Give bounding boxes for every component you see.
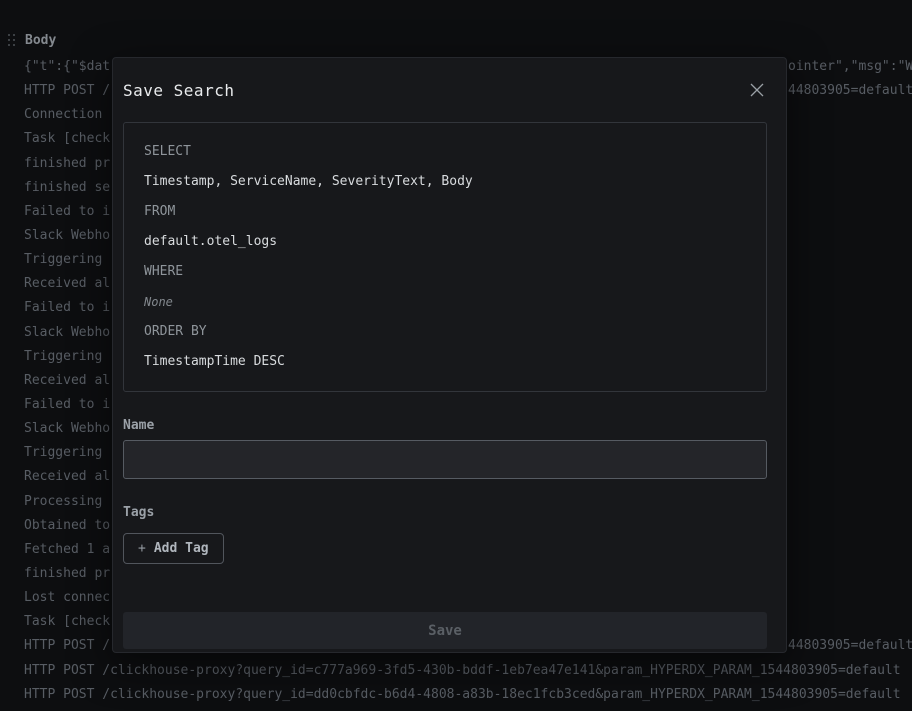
log-row-text: Triggering (24, 252, 110, 267)
modal-header: Save Search (123, 80, 767, 100)
query-section: ORDER BY TimestampTime DESC (144, 317, 746, 377)
log-column-header: Body (8, 33, 56, 48)
log-row-text: Slack Webho (24, 421, 110, 436)
log-row-text: HTTP POST / (24, 83, 110, 98)
query-clause-label: FROM (144, 197, 746, 227)
query-clause-label: WHERE (144, 257, 746, 287)
log-row-text-right: 44803905=default (788, 638, 912, 653)
log-row-text-right: ointer","msg":"W (788, 59, 912, 74)
save-button[interactable]: Save (123, 612, 767, 649)
app-window: Body {"t":{"$dat ointer","msg":"W HTTP P… (0, 0, 912, 711)
query-clause-value: TimestampTime DESC (144, 347, 746, 377)
query-section: SELECT Timestamp, ServiceName, SeverityT… (144, 137, 746, 197)
log-row[interactable]: HTTP POST /clickhouse-proxy?query_id=c77… (0, 659, 912, 683)
log-row-text: Obtained to (24, 518, 110, 533)
query-clause-label: ORDER BY (144, 317, 746, 347)
add-tag-button[interactable]: + Add Tag (123, 533, 224, 564)
modal-title: Save Search (123, 81, 234, 100)
log-row-text: Slack Webho (24, 228, 110, 243)
name-field-label: Name (123, 418, 767, 434)
log-row-text: Slack Webho (24, 325, 110, 340)
log-row-text: HTTP POST /clickhouse-proxy?query_id=dd0… (24, 687, 901, 702)
query-clause-value: default.otel_logs (144, 227, 746, 257)
log-row-text: Received al (24, 373, 110, 388)
column-header-label: Body (25, 33, 56, 48)
close-button[interactable] (747, 80, 767, 100)
log-row-text: HTTP POST /clickhouse-proxy?query_id=c77… (24, 663, 901, 678)
tags-field-label: Tags (123, 505, 767, 521)
log-row-text: Triggering (24, 349, 110, 364)
log-row-text: Failed to i (24, 397, 110, 412)
query-clause-label: SELECT (144, 137, 746, 167)
name-input[interactable] (123, 440, 767, 479)
drag-handle-icon[interactable] (8, 34, 16, 47)
log-row-text: Received al (24, 276, 110, 291)
log-row-text: Failed to i (24, 300, 110, 315)
add-tag-label: Add Tag (154, 541, 209, 556)
log-row-text: Processing (24, 494, 110, 509)
log-row-text: Failed to i (24, 204, 110, 219)
query-section: WHERE None (144, 257, 746, 317)
log-row-text: Received al (24, 469, 110, 484)
log-row-text: HTTP POST / (24, 638, 110, 653)
plus-icon: + (138, 541, 146, 556)
log-row-text: finished pr (24, 156, 110, 171)
log-row-text: Fetched 1 a (24, 542, 110, 557)
log-row-text: Task [check (24, 131, 110, 146)
close-icon (749, 82, 765, 98)
log-row-text: Connection (24, 107, 110, 122)
log-row-text: finished pr (24, 566, 110, 581)
save-search-modal: Save Search SELECT Timestamp, ServiceNam… (112, 57, 787, 653)
log-row[interactable]: HTTP POST /clickhouse-proxy?query_id=dd0… (0, 683, 912, 707)
log-row-text: Task [check (24, 614, 110, 629)
query-preview-box: SELECT Timestamp, ServiceName, SeverityT… (123, 122, 767, 392)
query-clause-value: None (144, 287, 746, 317)
query-clause-value: Timestamp, ServiceName, SeverityText, Bo… (144, 167, 746, 197)
log-row-text: Triggering (24, 445, 110, 460)
query-section: FROM default.otel_logs (144, 197, 746, 257)
log-row-text: Lost connec (24, 590, 110, 605)
log-row-text: finished se (24, 180, 110, 195)
log-row-text: {"t":{"$dat (24, 59, 110, 74)
log-row-text-right: 44803905=default (788, 83, 912, 98)
